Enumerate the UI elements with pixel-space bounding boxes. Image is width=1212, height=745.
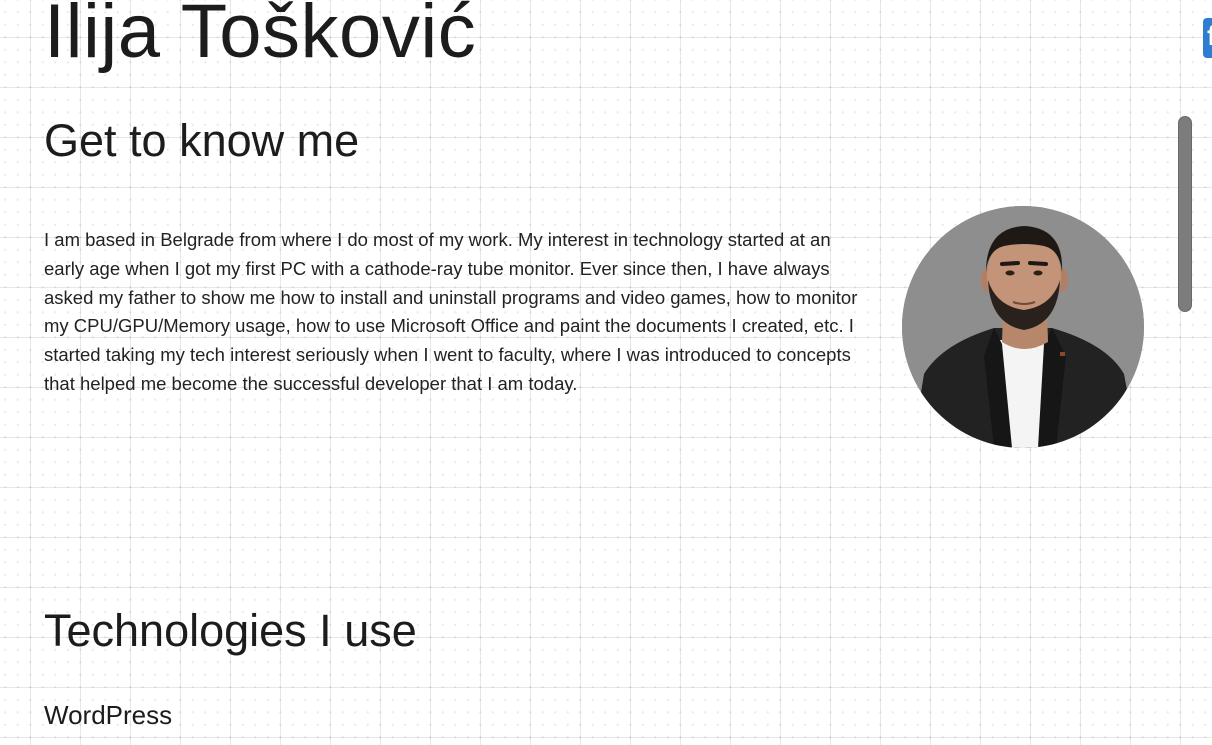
- about-paragraph: I am based in Belgrade from where I do m…: [44, 229, 858, 394]
- technology-item-wordpress: WordPress: [44, 700, 173, 730]
- facebook-link[interactable]: f: [1203, 18, 1212, 58]
- technologies-heading: Technologies I use: [44, 605, 417, 656]
- page-content: Ilija Tošković Get to know me I am based…: [44, 0, 1164, 745]
- profile-photo: [902, 206, 1144, 448]
- site-title: Ilija Tošković: [44, 0, 477, 74]
- about-heading: Get to know me: [44, 115, 360, 166]
- scrollbar-thumb[interactable]: [1178, 116, 1192, 312]
- facebook-icon: f: [1207, 20, 1212, 51]
